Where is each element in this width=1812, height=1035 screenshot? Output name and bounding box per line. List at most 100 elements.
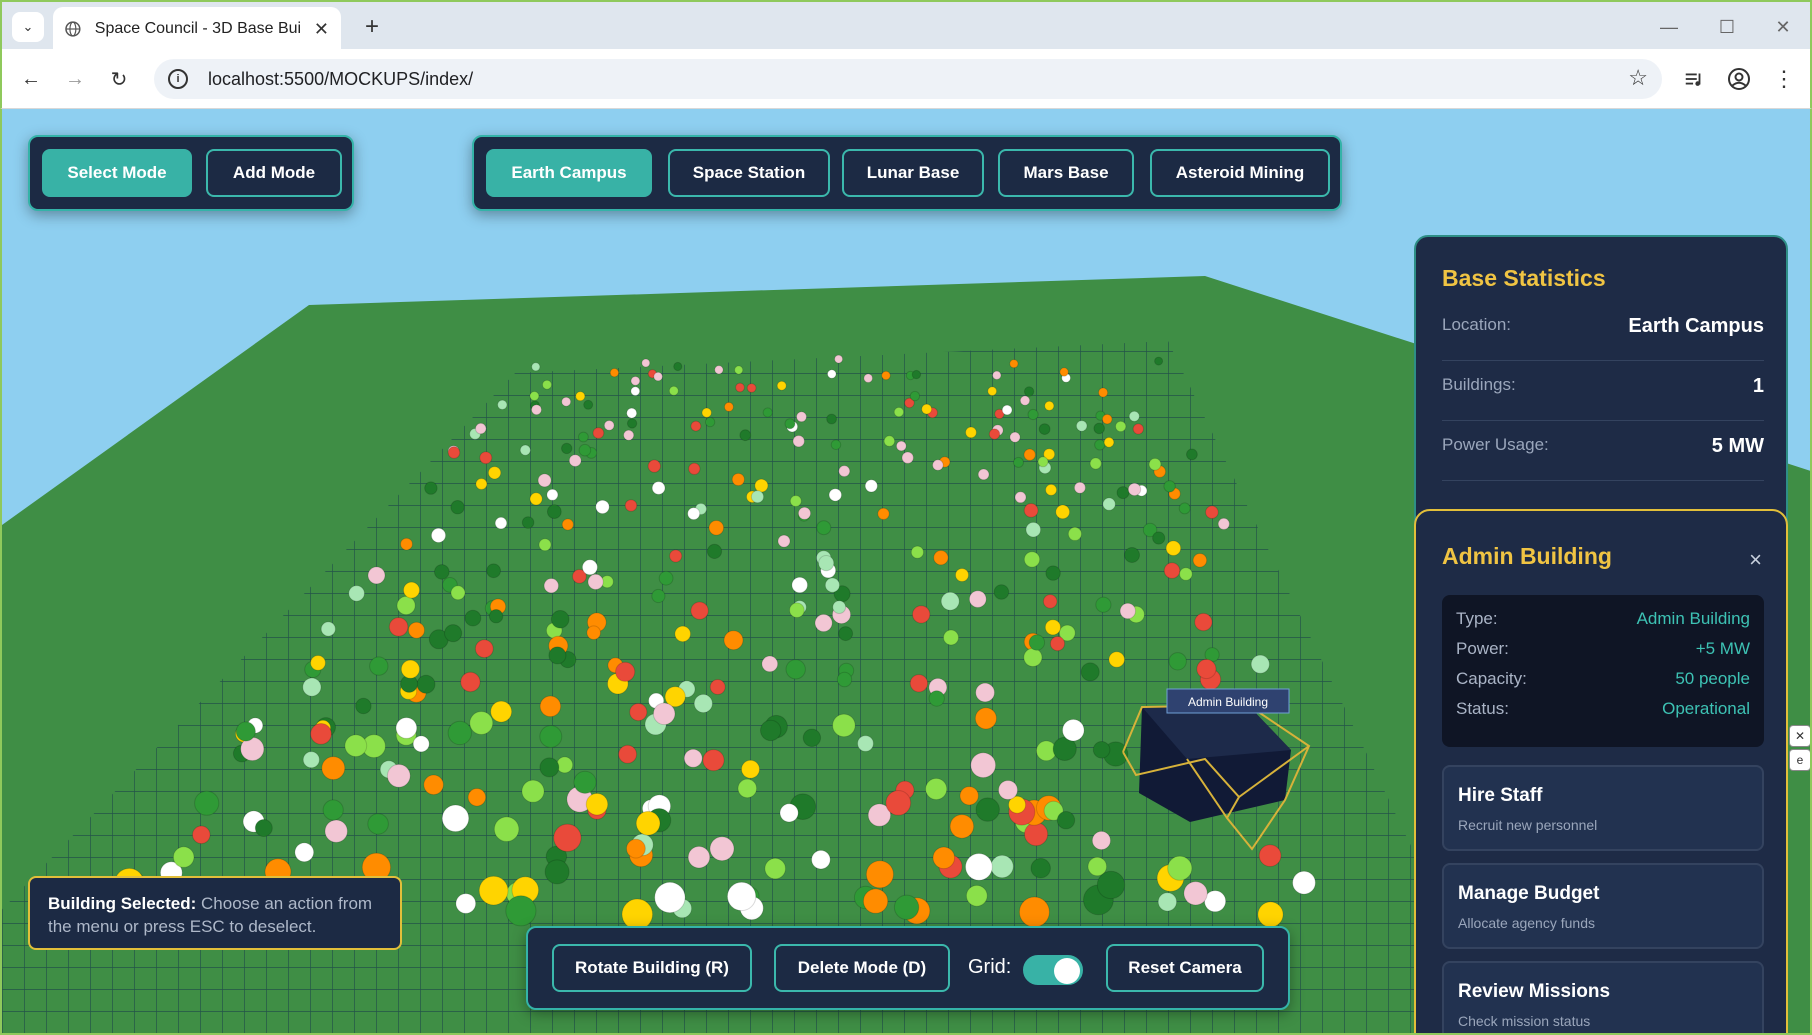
info-label: Power: (1456, 639, 1509, 658)
tree (1183, 881, 1208, 906)
bookmark-star-icon[interactable]: ☆ (1628, 65, 1648, 91)
tree (912, 605, 931, 624)
tree (965, 853, 993, 881)
back-arrow-icon[interactable]: ← (16, 64, 46, 94)
tree (746, 383, 757, 393)
reload-icon[interactable]: ↻ (104, 64, 134, 94)
tree (578, 431, 589, 443)
location-space-station[interactable]: Space Station (668, 149, 830, 197)
bottom-toolbar: Rotate Building (R) Delete Mode (D) Grid… (526, 926, 1290, 1010)
site-info-icon[interactable]: i (168, 69, 188, 89)
tree (1165, 540, 1182, 557)
tree (310, 723, 332, 745)
tree (546, 504, 562, 520)
tree (921, 403, 933, 415)
tree (734, 365, 744, 375)
tree (302, 751, 320, 769)
tree (194, 790, 220, 816)
tree (539, 725, 563, 748)
new-tab-icon[interactable]: + (357, 12, 387, 42)
location-mars-base[interactable]: Mars Base (998, 149, 1134, 197)
tree (653, 371, 663, 382)
tree (585, 792, 609, 816)
tree (761, 655, 779, 673)
tree (838, 626, 854, 642)
tree (857, 735, 874, 752)
scene-viewport[interactable]: Admin Building Select Mode Add Mode Eart… (0, 109, 1812, 1035)
tree (832, 713, 856, 738)
tree (1115, 420, 1127, 433)
tree (1024, 822, 1049, 847)
tree (1163, 480, 1176, 493)
tree (824, 577, 841, 593)
tree (1124, 547, 1140, 563)
close-tab-icon[interactable]: ✕ (314, 19, 329, 40)
tree (779, 803, 799, 823)
extension-close-icon[interactable]: ✕ (1789, 725, 1810, 747)
tree (970, 752, 997, 779)
tree (735, 382, 745, 393)
rotate-building-button[interactable]: Rotate Building (R) (552, 944, 752, 992)
address-bar[interactable]: i localhost:5500/MOCKUPS/index/ ☆ (154, 59, 1662, 99)
profile-icon[interactable] (1725, 65, 1753, 93)
delete-mode-button[interactable]: Delete Mode (D) (774, 944, 950, 992)
location-earth-campus[interactable]: Earth Campus (486, 149, 652, 197)
manage-budget-button[interactable]: Manage Budget Allocate agency funds (1442, 863, 1764, 949)
forward-arrow-icon[interactable]: → (60, 64, 90, 94)
grid-toggle[interactable] (1021, 953, 1085, 987)
extension-e-icon[interactable]: e (1789, 749, 1810, 771)
add-mode-button[interactable]: Add Mode (206, 149, 342, 197)
close-icon[interactable]: × (1749, 547, 1762, 573)
tree (355, 697, 372, 715)
tree (1250, 654, 1270, 674)
tree (344, 734, 368, 758)
tree (669, 549, 683, 563)
location-lunar-base[interactable]: Lunar Base (842, 149, 984, 197)
tree (550, 610, 570, 629)
tree (975, 682, 995, 703)
tree (542, 379, 552, 390)
tree (802, 728, 822, 747)
tree (403, 581, 420, 599)
media-controls-icon[interactable] (1680, 65, 1708, 93)
tree (1127, 482, 1142, 497)
tree (674, 625, 692, 643)
tree (641, 358, 651, 368)
tree (592, 427, 605, 439)
tree (1037, 456, 1049, 468)
menu-kebab-icon[interactable]: ⋮ (1770, 65, 1798, 93)
hire-staff-button[interactable]: Hire Staff Recruit new personnel (1442, 765, 1764, 851)
tree (1067, 526, 1083, 541)
tree (818, 555, 835, 572)
tree (796, 411, 807, 423)
tree (460, 671, 481, 693)
url-text[interactable]: localhost:5500/MOCKUPS/index/ (208, 69, 473, 90)
tree (895, 440, 907, 452)
review-missions-button[interactable]: Review Missions Check mission status (1442, 961, 1764, 1033)
tab-search-button[interactable]: ⌄ (12, 12, 44, 42)
tree (658, 570, 674, 586)
stat-row-buildings: Buildings: 1 (1442, 361, 1764, 421)
tree (192, 825, 211, 845)
maximize-icon[interactable]: ☐ (1710, 12, 1744, 42)
reset-camera-button[interactable]: Reset Camera (1106, 944, 1264, 992)
tree (668, 385, 679, 396)
location-asteroid-mining[interactable]: Asteroid Mining (1150, 149, 1330, 197)
tree (784, 418, 796, 430)
select-mode-button[interactable]: Select Mode (42, 149, 192, 197)
close-window-icon[interactable]: ✕ (1766, 12, 1800, 42)
browser-tab[interactable]: Space Council - 3D Base Builder ✕ (53, 7, 341, 51)
tree (1075, 420, 1088, 432)
tree (539, 757, 560, 778)
tree (811, 849, 831, 870)
tree (693, 693, 713, 714)
tree (701, 407, 712, 418)
tree (434, 564, 450, 580)
tree (624, 499, 638, 512)
tree (776, 380, 787, 391)
tree (623, 429, 635, 441)
tree (965, 884, 988, 907)
tree (531, 362, 541, 372)
tree (651, 588, 666, 604)
minimize-icon[interactable]: — (1652, 12, 1686, 42)
